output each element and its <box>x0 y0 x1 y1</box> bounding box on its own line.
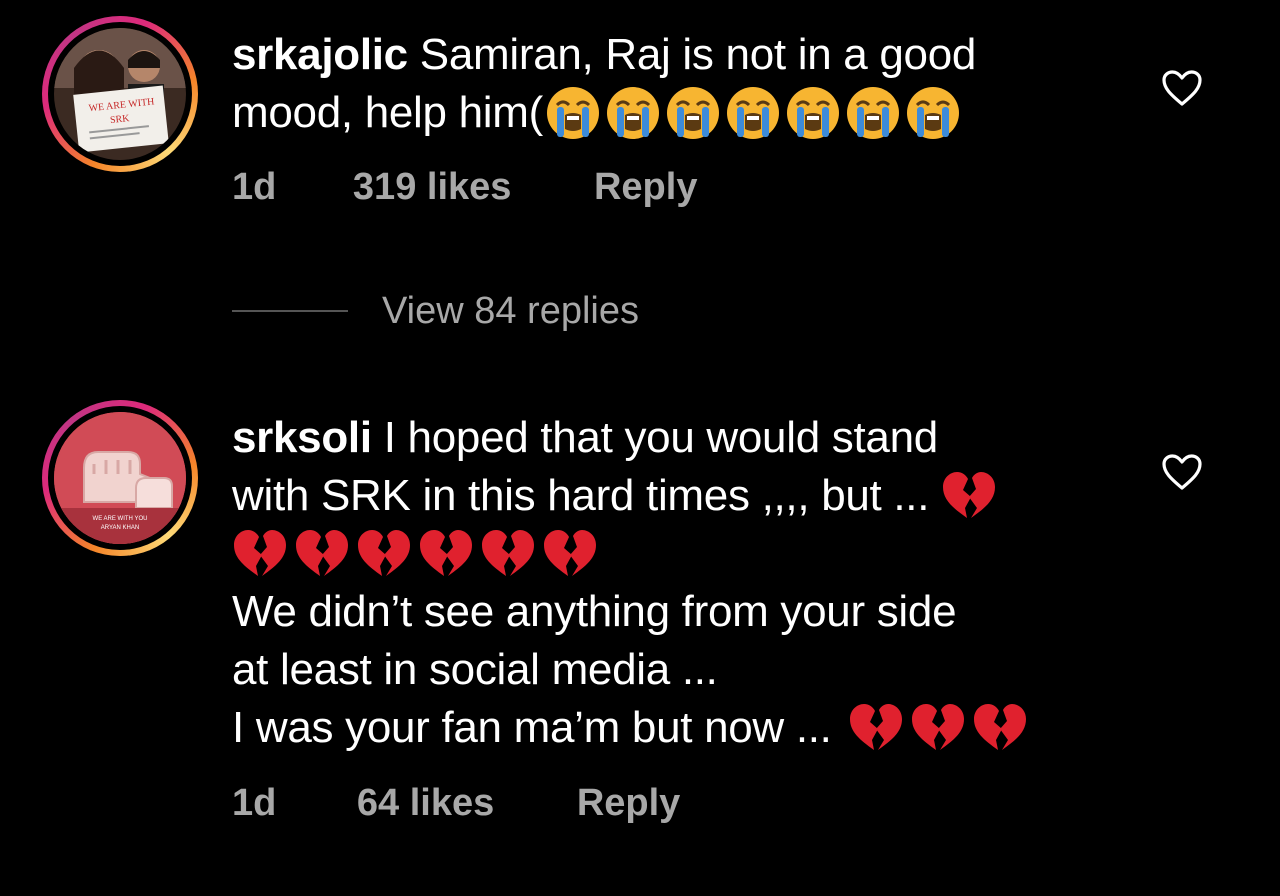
emoji-row <box>941 470 997 522</box>
emoji-row <box>545 85 961 141</box>
divider <box>232 310 348 312</box>
avatar-photo: WE ARE WITH YOU ARYAN KHAN <box>54 412 186 544</box>
comment-text: I was your fan ma’m but now ... <box>232 703 832 752</box>
crying-face-icon <box>726 87 779 139</box>
reply-button[interactable]: Reply <box>594 166 697 209</box>
likes-count[interactable]: 64 likes <box>357 782 494 825</box>
reply-button[interactable]: Reply <box>577 782 680 825</box>
crying-face-icon <box>606 87 659 139</box>
username[interactable]: srksoli <box>232 413 372 462</box>
comment-text: We didn’t see anything from your side <box>232 587 957 636</box>
broken-heart-icon <box>358 530 410 576</box>
username[interactable]: srkajolic <box>232 30 408 79</box>
crying-face-icon <box>546 87 599 139</box>
avatar-caption-2: ARYAN KHAN <box>101 525 139 531</box>
broken-heart-icon <box>482 530 534 576</box>
likes-count[interactable]: 319 likes <box>353 166 511 209</box>
broken-heart-icon <box>943 472 996 518</box>
view-replies-label[interactable]: View 84 replies <box>382 290 639 333</box>
broken-heart-icon <box>544 530 596 576</box>
comment-body: srkajolic Samiran, Raj is not in a good … <box>232 26 976 142</box>
broken-heart-icon <box>420 530 472 576</box>
comment-text: Samiran, Raj is not in a good <box>419 30 977 79</box>
comment-meta: 1d 64 likes Reply <box>232 782 680 825</box>
heart-icon[interactable] <box>1160 68 1204 108</box>
crying-face-icon <box>846 87 899 139</box>
comment-meta: 1d 319 likes Reply <box>232 166 697 209</box>
avatar[interactable]: WE ARE WITH SRK <box>42 16 198 172</box>
broken-heart-icon <box>296 530 348 576</box>
broken-heart-icon <box>849 704 902 750</box>
comment-text: I hoped that you would stand <box>383 413 939 462</box>
avatar-sign-text-2: SRK <box>110 113 131 126</box>
comment-text: mood, help him( <box>232 88 543 137</box>
timestamp: 1d <box>232 166 277 208</box>
avatar-photo: WE ARE WITH SRK <box>54 28 186 160</box>
comment-body: srksoli I hoped that you would stand wit… <box>232 409 1028 757</box>
crying-face-icon <box>906 87 959 139</box>
comment-text: at least in social media ... <box>232 645 718 694</box>
broken-heart-icon <box>973 704 1026 750</box>
view-replies[interactable]: View 84 replies <box>232 288 639 334</box>
crying-face-icon <box>666 87 719 139</box>
broken-heart-icon <box>911 704 964 750</box>
timestamp: 1d <box>232 782 277 824</box>
broken-heart-icon <box>234 530 286 576</box>
emoji-row <box>232 525 1028 583</box>
heart-icon[interactable] <box>1160 452 1204 492</box>
avatar-caption: WE ARE WITH YOU <box>93 516 148 522</box>
crying-face-icon <box>786 87 839 139</box>
avatar[interactable]: WE ARE WITH YOU ARYAN KHAN <box>42 400 198 556</box>
emoji-row <box>848 702 1028 754</box>
comment-text: with SRK in this hard times ,,,, but ... <box>232 471 930 520</box>
